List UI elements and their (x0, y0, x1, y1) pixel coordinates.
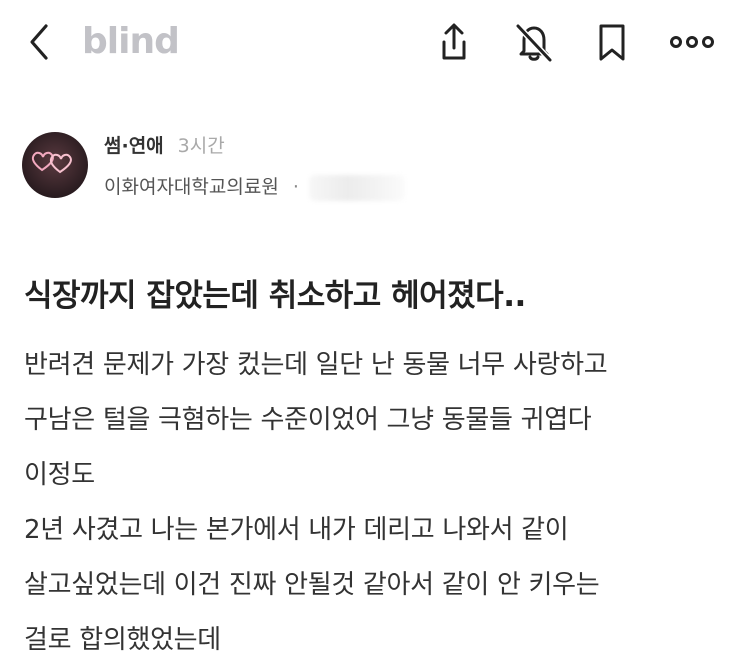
notification-off-button[interactable] (512, 20, 556, 64)
more-icon (670, 36, 714, 48)
body-line: 반려견 문제가 가장 컸는데 일단 난 동물 너무 사랑하고 (24, 350, 608, 380)
company-name: 이화여자대학교의료원 (104, 176, 279, 198)
post-meta-bottom: 이화여자대학교의료원 · (104, 172, 405, 201)
bell-off-icon (515, 23, 553, 63)
body-line: 이정도 (24, 460, 95, 490)
hearts-icon (31, 151, 72, 174)
body-line: 걸로 합의했었는데 (24, 625, 221, 655)
blind-logo: blind (82, 21, 180, 62)
post-category[interactable]: 썸·연애 (104, 135, 164, 157)
chevron-left-icon (30, 24, 48, 60)
share-icon (442, 23, 466, 60)
back-button[interactable] (22, 22, 58, 62)
post-body: 반려견 문제가 가장 컸는데 일단 난 동물 너무 사랑하고 구남은 털을 극혐… (24, 340, 724, 670)
bookmark-icon (599, 24, 625, 61)
avatar[interactable] (22, 132, 88, 198)
blurred-nickname (308, 174, 405, 201)
body-line: 살고싶었는데 이건 진짜 안될것 같아서 같이 안 키우는 (24, 570, 600, 600)
body-line: 2년 사겼고 나는 본가에서 내가 데리고 나와서 같이 (24, 515, 569, 545)
bookmark-button[interactable] (590, 20, 634, 64)
post-time: 3시간 (177, 135, 225, 157)
more-button[interactable] (668, 20, 714, 64)
body-line: 구남은 털을 극혐하는 수준이었어 그냥 동물들 귀엽다 (24, 405, 592, 435)
post-title: 식장까지 잡았는데 취소하고 헤어졌다.. (24, 278, 526, 314)
separator-dot: · (292, 176, 299, 198)
share-button[interactable] (430, 20, 474, 64)
post-meta-top: 썸·연애 3시간 (104, 131, 225, 158)
top-bar: blind (0, 0, 731, 86)
